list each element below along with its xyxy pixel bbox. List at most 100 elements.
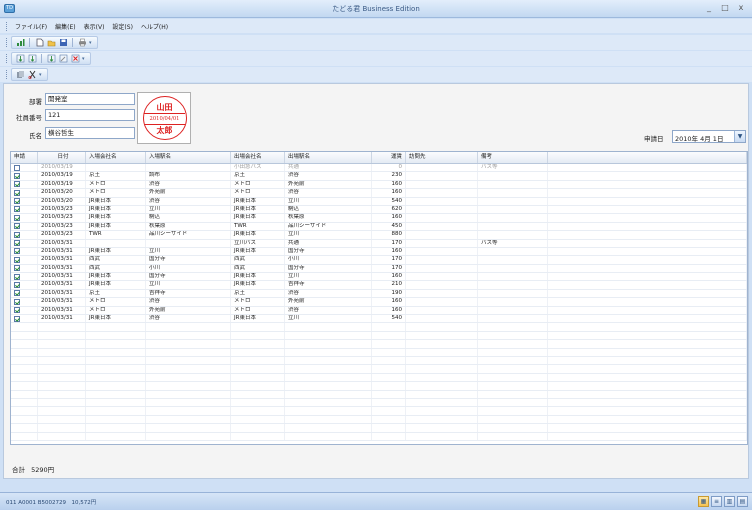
cell-entry-station[interactable]: 渋谷 (146, 298, 231, 306)
cell-note[interactable] (478, 222, 548, 231)
cell-visit[interactable] (406, 222, 478, 231)
cell-visit[interactable] (406, 247, 478, 256)
cell-exit-station[interactable]: 品川シーサイド (285, 222, 372, 231)
cell-date[interactable]: 2010/03/31 (38, 264, 86, 273)
cell-fare[interactable]: 160 (372, 306, 406, 315)
table-row[interactable]: 2010/03/19 メトロ 渋谷 メトロ 外苑前 160 (11, 180, 747, 190)
cell-exit-company[interactable]: メトロ (231, 298, 285, 306)
name-field[interactable]: 横谷哲生 (45, 127, 135, 139)
chevron-down-icon[interactable]: ▾ (82, 54, 87, 64)
cell-exit-station[interactable]: 立川 (285, 315, 372, 323)
cell-date[interactable]: 2010/03/31 (38, 256, 86, 264)
apply-checkbox[interactable] (14, 307, 20, 314)
cell-exit-company[interactable]: JR東日本 (231, 247, 285, 256)
cell-entry-station[interactable]: 吉祥寺 (146, 289, 231, 298)
cell-visit[interactable] (406, 281, 478, 289)
cell-fare[interactable]: 170 (372, 264, 406, 273)
apply-checkbox[interactable] (14, 315, 20, 322)
empty-row[interactable] (11, 415, 747, 425)
chart-view-icon[interactable]: ▥ (724, 496, 735, 507)
delete-row-icon[interactable] (70, 54, 80, 64)
cell-fare[interactable]: 230 (372, 172, 406, 180)
apply-checkbox[interactable] (14, 265, 20, 272)
empty-row[interactable] (11, 323, 747, 332)
apply-checkbox[interactable] (14, 164, 20, 171)
cell-fare[interactable]: 160 (372, 180, 406, 189)
cell-entry-company[interactable]: 西武 (86, 256, 146, 264)
cell-entry-company[interactable] (86, 164, 146, 172)
cell-date[interactable]: 2010/03/31 (38, 289, 86, 298)
cell-visit[interactable] (406, 289, 478, 298)
minimize-button[interactable]: _ (704, 3, 714, 13)
cell-exit-station[interactable]: 渋谷 (285, 306, 372, 315)
cell-exit-station[interactable]: 渋谷 (285, 189, 372, 197)
department-field[interactable]: 開発室 (45, 93, 135, 105)
open-folder-icon[interactable] (46, 38, 56, 48)
cell-fare[interactable]: 540 (372, 315, 406, 323)
cell-visit[interactable] (406, 273, 478, 281)
cut-icon[interactable] (27, 70, 37, 80)
cell-entry-company[interactable]: JR東日本 (86, 205, 146, 214)
table-row[interactable]: 2010/03/31 JR東日本 立川 JR東日本 吉祥寺 210 (11, 281, 747, 290)
cell-date[interactable]: 2010/03/31 (38, 273, 86, 281)
table-row[interactable]: 2010/03/19 小田急バス 共通 0 バス等 (11, 164, 747, 173)
column-header-date[interactable]: 日付 (38, 152, 86, 163)
append-row-icon[interactable] (27, 54, 37, 64)
cell-entry-company[interactable]: メトロ (86, 298, 146, 306)
cell-exit-station[interactable]: 立川 (285, 197, 372, 205)
cell-note[interactable] (478, 289, 548, 298)
cell-entry-station[interactable]: 外苑前 (146, 306, 231, 315)
cell-entry-company[interactable]: JR東日本 (86, 197, 146, 205)
cell-fare[interactable]: 160 (372, 247, 406, 256)
cell-exit-station[interactable]: 秋葉原 (285, 214, 372, 222)
cell-note[interactable] (478, 247, 548, 256)
cell-exit-station[interactable]: 駒込 (285, 205, 372, 214)
empty-row[interactable] (11, 365, 747, 374)
column-header-visit[interactable]: 訪問先 (406, 152, 478, 163)
cell-date[interactable]: 2010/03/31 (38, 239, 86, 247)
cell-entry-company[interactable]: 西武 (86, 264, 146, 273)
cell-entry-station[interactable]: 渋谷 (146, 180, 231, 189)
cell-visit[interactable] (406, 239, 478, 247)
cell-note[interactable]: バス等 (478, 164, 548, 172)
table-row[interactable]: 2010/03/23 JR東日本 駒込 JR東日本 秋葉原 160 (11, 214, 747, 223)
apply-checkbox[interactable] (14, 198, 20, 205)
column-header-note[interactable]: 備考 (478, 152, 548, 163)
cell-date[interactable]: 2010/03/23 (38, 231, 86, 239)
cell-date[interactable]: 2010/03/31 (38, 306, 86, 315)
cell-date[interactable]: 2010/03/23 (38, 205, 86, 214)
cell-exit-station[interactable]: 共通 (285, 164, 372, 172)
cell-date[interactable]: 2010/03/23 (38, 214, 86, 222)
cell-entry-company[interactable]: TWR (86, 231, 146, 239)
table-row[interactable]: 2010/03/31 メトロ 渋谷 メトロ 外苑前 160 (11, 298, 747, 307)
list-view-icon[interactable]: ≡ (711, 496, 722, 507)
cell-fare[interactable]: 170 (372, 256, 406, 264)
cell-visit[interactable] (406, 189, 478, 197)
table-row[interactable]: 2010/03/31 メトロ 外苑前 メトロ 渋谷 160 (11, 306, 747, 316)
cell-visit[interactable] (406, 315, 478, 323)
cell-entry-company[interactable]: JR東日本 (86, 273, 146, 281)
table-row[interactable]: 2010/03/31 JR東日本 国分寺 JR東日本 立川 160 (11, 273, 747, 282)
cell-visit[interactable] (406, 205, 478, 214)
apply-checkbox[interactable] (14, 273, 20, 280)
apply-checkbox[interactable] (14, 281, 20, 288)
apply-checkbox[interactable] (14, 214, 20, 221)
chart-icon[interactable] (15, 38, 25, 48)
cell-entry-station[interactable]: 調布 (146, 172, 231, 180)
cell-entry-station[interactable]: 立川 (146, 281, 231, 289)
cell-visit[interactable] (406, 214, 478, 222)
table-row[interactable]: 2010/03/31 京王 吉祥寺 京王 渋谷 190 (11, 289, 747, 299)
apply-checkbox[interactable] (14, 231, 20, 238)
cell-exit-company[interactable]: 小田急バス (231, 164, 285, 172)
cell-exit-station[interactable]: 渋谷 (285, 172, 372, 180)
cell-entry-company[interactable] (86, 239, 146, 247)
cell-fare[interactable]: 210 (372, 281, 406, 289)
cell-exit-company[interactable]: 京王 (231, 172, 285, 180)
table-row[interactable]: 2010/03/23 JR東日本 立川 JR東日本 駒込 620 (11, 205, 747, 215)
report-view-icon[interactable]: ▤ (737, 496, 748, 507)
cell-fare[interactable]: 620 (372, 205, 406, 214)
cell-entry-station[interactable]: 国分寺 (146, 273, 231, 281)
table-row[interactable]: 2010/03/31 西武 小川 西武 国分寺 170 (11, 264, 747, 274)
cell-exit-station[interactable]: 吉祥寺 (285, 281, 372, 289)
empty-row[interactable] (11, 390, 747, 399)
